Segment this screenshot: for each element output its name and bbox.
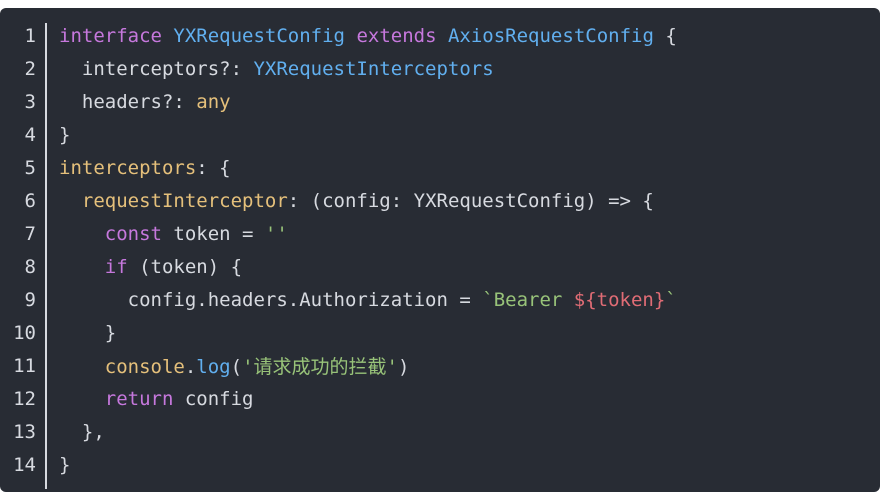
code-token: YXRequestConfig xyxy=(173,24,345,47)
code-line: 14} xyxy=(0,448,880,481)
code-token: : (config: YXRequestConfig) => { xyxy=(287,189,654,212)
code-token: extends xyxy=(356,24,437,47)
code-token: interface xyxy=(59,24,162,47)
code-line: 3 headers?: any xyxy=(0,85,880,118)
code-line: 1 interface YXRequestConfig extends Axios… xyxy=(0,19,880,52)
code-text: interface YXRequestConfig extends AxiosR… xyxy=(36,25,677,47)
code-token: `Bearer xyxy=(482,288,574,311)
code-token: interceptors xyxy=(59,156,197,179)
code-token: '' xyxy=(264,222,288,245)
code-token: } xyxy=(59,123,71,146)
code-token: ) xyxy=(397,356,410,378)
code-line: 7 const token = '' xyxy=(0,217,880,250)
code-token: log xyxy=(196,356,231,378)
code-token: { xyxy=(653,24,677,47)
code-text: interceptors?: YXRequestInterceptors xyxy=(36,58,494,80)
code-token: . xyxy=(184,356,197,378)
code-block: 1 interface YXRequestConfig extends Axios… xyxy=(0,8,880,492)
code-token: } xyxy=(59,453,71,476)
code-token: } xyxy=(59,321,117,344)
code-token: any xyxy=(196,90,231,113)
line-number: 5 xyxy=(24,156,36,179)
code-text: headers?: any xyxy=(36,91,231,113)
code-token: : { xyxy=(196,156,231,179)
code-text: requestInterceptor: (config: YXRequestCo… xyxy=(36,190,654,212)
code-line: 8 if (token) { xyxy=(0,250,880,283)
line-number: 8 xyxy=(24,255,36,278)
code-token: AxiosRequestConfig xyxy=(447,24,654,47)
code-token: interceptors?: xyxy=(59,57,254,80)
code-token: ( xyxy=(230,356,243,378)
code-text: }, xyxy=(36,421,105,443)
code-token: YXRequestInterceptors xyxy=(253,57,494,80)
line-number: 10 xyxy=(13,321,36,344)
code-token: config xyxy=(173,387,254,410)
code-text: config.headers.Authorization = `Bearer $… xyxy=(36,289,677,311)
line-number: 13 xyxy=(13,420,36,443)
line-number: 3 xyxy=(24,90,36,113)
code-token: console xyxy=(104,356,185,378)
code-token: (token) { xyxy=(127,255,243,278)
code-token: ` xyxy=(665,288,677,311)
code-text: interceptors: { xyxy=(36,157,231,179)
line-number: 4 xyxy=(24,123,36,146)
code-line: 11 console.log('请求成功的拦截') xyxy=(0,349,880,382)
code-text: } xyxy=(36,124,70,146)
code-line: 10 } xyxy=(0,316,880,349)
code-text: } xyxy=(36,454,70,476)
line-number: 7 xyxy=(24,222,36,245)
code-token: return xyxy=(104,387,174,410)
code-token: ${token} xyxy=(573,288,666,311)
code-text: const token = '' xyxy=(36,223,288,245)
code-token: config.headers.Authorization = xyxy=(59,288,483,311)
line-number: 1 xyxy=(24,24,36,47)
code-token: token = xyxy=(161,222,265,245)
code-text: if (token) { xyxy=(36,256,242,278)
code-token: headers?: xyxy=(59,90,197,113)
code-line: 4} xyxy=(0,118,880,151)
code-line: 9 config.headers.Authorization = `Bearer… xyxy=(0,283,880,316)
line-number: 11 xyxy=(13,354,36,377)
code-text: } xyxy=(36,322,116,344)
code-line: 12 return config xyxy=(0,382,880,415)
code-text: console.log('请求成功的拦截') xyxy=(36,352,410,379)
code-text: return config xyxy=(36,387,254,410)
code-token: }, xyxy=(59,420,105,443)
line-number: 9 xyxy=(24,288,36,311)
code-token: requestInterceptor xyxy=(81,189,288,212)
code-line: 13 }, xyxy=(0,415,880,448)
code-token: if xyxy=(104,255,128,278)
code-token: const xyxy=(104,222,162,245)
line-number: 14 xyxy=(13,453,36,476)
code-line: 2 interceptors?: YXRequestInterceptors xyxy=(0,52,880,85)
line-number: 6 xyxy=(24,189,36,212)
code-line: 6 requestInterceptor: (config: YXRequest… xyxy=(0,184,880,217)
code-token: '请求成功的拦截' xyxy=(242,356,398,378)
code-line: 5 interceptors: { xyxy=(0,151,880,184)
code-lines: 1 interface YXRequestConfig extends Axios… xyxy=(0,19,880,481)
line-number: 12 xyxy=(13,387,36,410)
line-number: 2 xyxy=(24,57,36,80)
